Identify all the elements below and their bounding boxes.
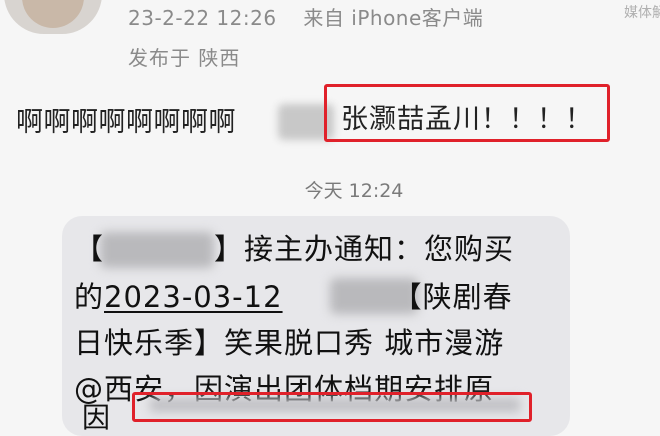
sms-line2-prefix: 的: [74, 280, 105, 314]
sms-line2-suffix: 【陕剧春: [392, 280, 513, 314]
time-value: 12:24: [348, 180, 404, 202]
sms-line-5: 因: [82, 401, 111, 434]
post-source: 来自 iPhone客户端: [303, 6, 484, 30]
post-timestamp: 23-2-22 12:26: [128, 6, 277, 30]
message-time-divider: 今天 12:24: [0, 176, 660, 203]
sms-bracket-open: 【: [74, 232, 105, 266]
highlight-box-bottom: [132, 392, 532, 422]
user-avatar[interactable]: [4, 0, 102, 34]
sms-line-2: 的2023-03-12 【陕剧春: [74, 274, 513, 316]
watermark: 媒体解: [624, 5, 660, 21]
post-location: 发布于 陕西: [128, 46, 241, 70]
avatar-face: [22, 0, 84, 28]
highlighted-name: 张灏喆孟川！！！！: [324, 84, 610, 142]
time-label: 今天: [304, 180, 343, 202]
sms-line-1: 【 】接主办通知：您购买: [74, 226, 514, 268]
post-meta: 23-2-22 12:26 来自 iPhone客户端: [128, 2, 483, 31]
sms-line1-text: 】接主办通知：您购买: [214, 232, 515, 266]
sms-date-link[interactable]: 2023-03-12: [104, 280, 283, 314]
post-text: 啊啊啊啊啊啊啊啊: [16, 107, 236, 138]
sms-line-3: 日快乐季】笑果脱口秀 城市漫游: [74, 326, 505, 360]
